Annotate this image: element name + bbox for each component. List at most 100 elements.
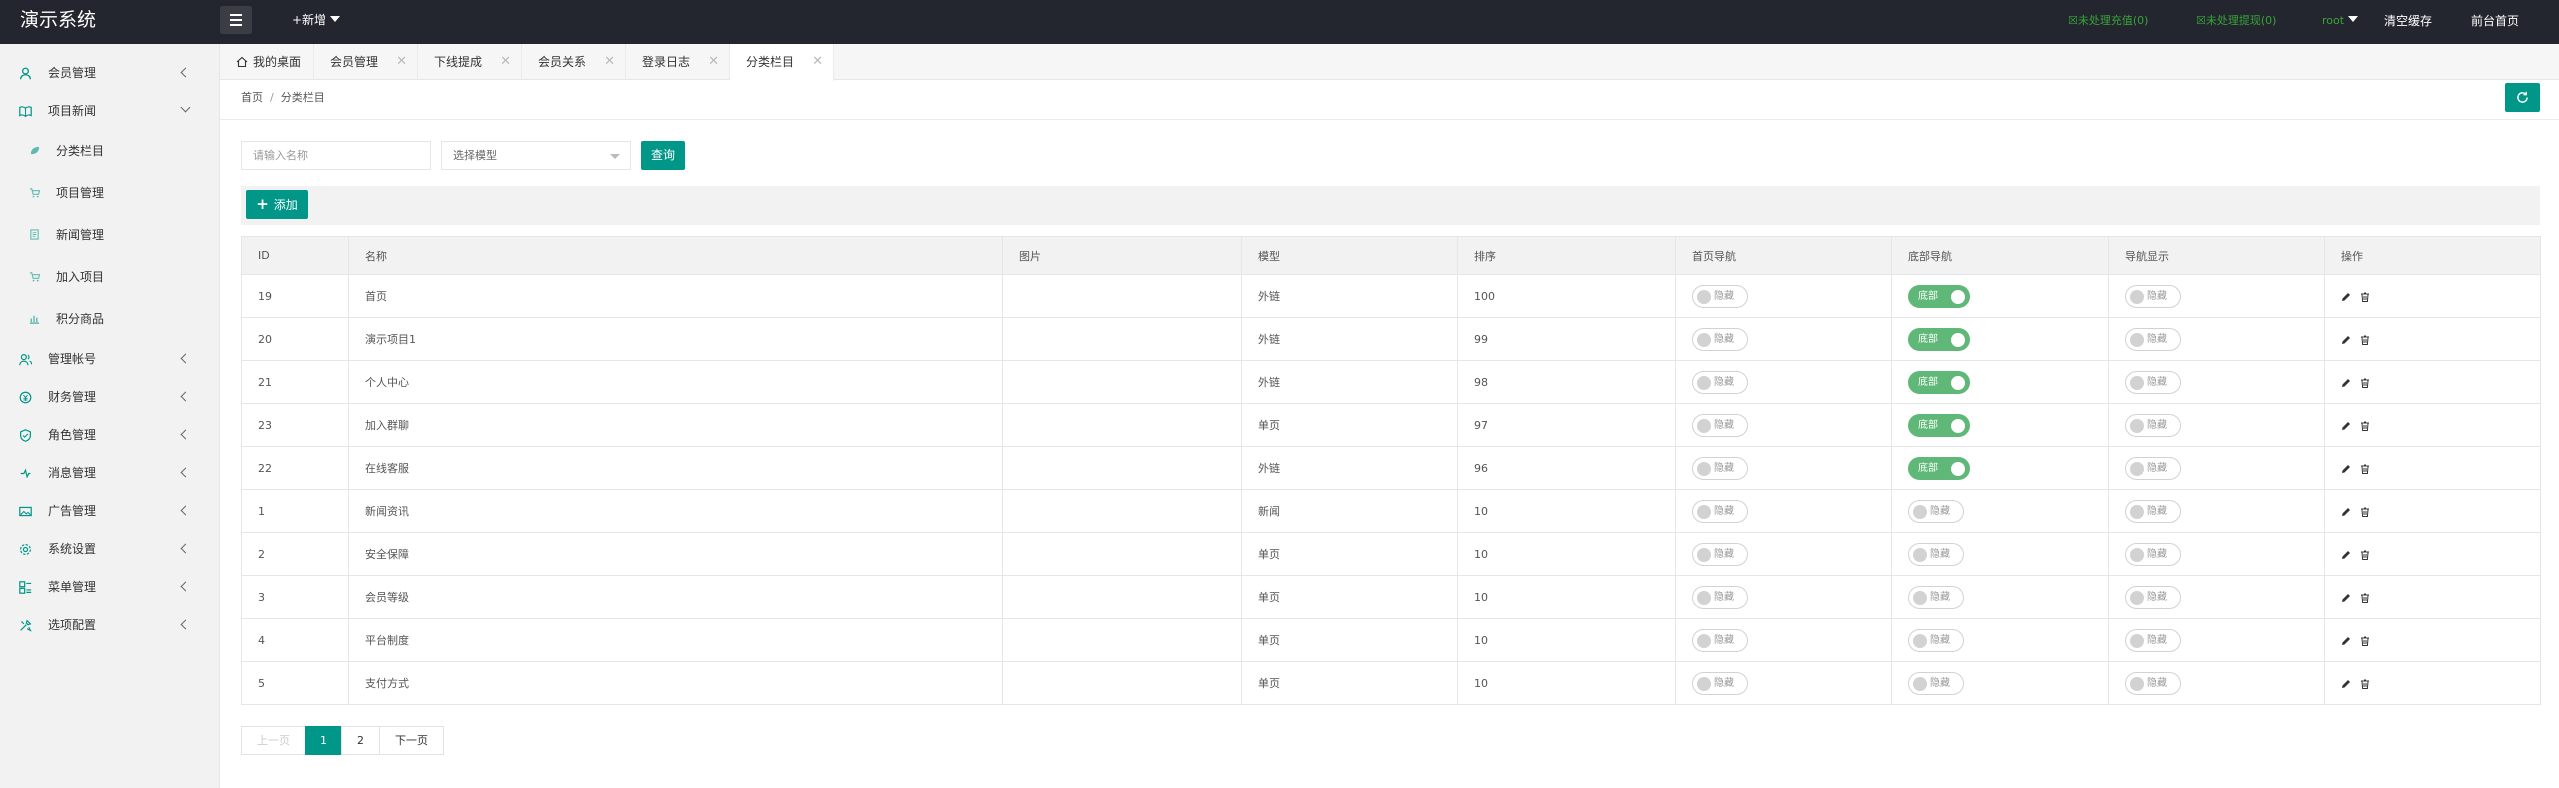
tab-members[interactable]: 会员管理 ✕ — [314, 44, 418, 80]
tab-downline-commission[interactable]: 下线提成 ✕ — [418, 44, 522, 80]
name-search-input[interactable]: 请输入名称 — [241, 141, 431, 170]
nav-show-switch[interactable]: 隐藏 — [2125, 542, 2181, 566]
switch-label: 隐藏 — [1714, 419, 1734, 431]
close-icon[interactable]: ✕ — [812, 44, 823, 80]
sidebar-item-menus[interactable]: 菜单管理 — [0, 568, 219, 606]
tab-my-desktop[interactable]: 我的桌面 — [220, 44, 314, 80]
query-button[interactable]: 查询 — [641, 141, 685, 170]
edit-icon[interactable] — [2341, 593, 2351, 603]
tab-category[interactable]: 分类栏目 ✕ — [730, 44, 834, 81]
next-page-button[interactable]: 下一页 — [379, 726, 444, 755]
home-nav-switch[interactable]: 隐藏 — [1692, 499, 1748, 523]
frontend-home-link[interactable]: 前台首页 — [2471, 0, 2519, 42]
sidebar-item-messages[interactable]: 消息管理 — [0, 454, 219, 492]
page-1-button[interactable]: 1 — [305, 726, 342, 755]
close-icon[interactable]: ✕ — [708, 44, 719, 80]
home-nav-switch[interactable]: 隐藏 — [1692, 413, 1748, 437]
trash-icon[interactable] — [2360, 679, 2370, 689]
trash-icon[interactable] — [2360, 593, 2370, 603]
edit-icon[interactable] — [2341, 464, 2351, 474]
user-menu[interactable]: root — [2322, 0, 2359, 42]
page-2-button[interactable]: 2 — [341, 726, 380, 755]
edit-icon[interactable] — [2341, 335, 2351, 345]
footer-nav-switch[interactable]: 隐藏 — [1908, 585, 1964, 609]
add-button[interactable]: + 添加 — [246, 190, 308, 219]
sidebar-subitem-points-goods[interactable]: 积分商品 — [0, 298, 219, 340]
sidebar-item-admin-accounts[interactable]: 管理帐号 — [0, 340, 219, 378]
menu-toggle-button[interactable] — [220, 6, 252, 34]
sidebar-item-finance[interactable]: 财务管理 — [0, 378, 219, 416]
switch-label: 隐藏 — [2147, 634, 2167, 646]
trash-icon[interactable] — [2360, 464, 2370, 474]
footer-nav-switch[interactable]: 隐藏 — [1908, 671, 1964, 695]
footer-nav-switch[interactable]: 底部 — [1908, 370, 1970, 394]
switch-knob — [1697, 504, 1711, 519]
nav-show-switch[interactable]: 隐藏 — [2125, 671, 2181, 695]
refresh-button[interactable] — [2505, 83, 2540, 112]
edit-icon[interactable] — [2341, 292, 2351, 302]
prev-page-button[interactable]: 上一页 — [241, 726, 306, 755]
footer-nav-switch[interactable]: 隐藏 — [1908, 628, 1964, 652]
edit-icon[interactable] — [2341, 507, 2351, 517]
edit-icon[interactable] — [2341, 378, 2351, 388]
home-nav-switch[interactable]: 隐藏 — [1692, 628, 1748, 652]
sidebar-subitem-category[interactable]: 分类栏目 — [0, 130, 219, 172]
home-nav-switch[interactable]: 隐藏 — [1692, 456, 1748, 480]
home-nav-switch[interactable]: 隐藏 — [1692, 327, 1748, 351]
home-nav-switch[interactable]: 隐藏 — [1692, 370, 1748, 394]
nav-show-switch[interactable]: 隐藏 — [2125, 284, 2181, 308]
pending-withdraw-link[interactable]: ☒未处理提现(0) — [2196, 0, 2276, 42]
sidebar-item-option-config[interactable]: 选项配置 — [0, 606, 219, 644]
sidebar-item-system-settings[interactable]: 系统设置 — [0, 530, 219, 568]
footer-nav-switch[interactable]: 底部 — [1908, 284, 1970, 308]
close-icon[interactable]: ✕ — [604, 44, 615, 80]
edit-icon[interactable] — [2341, 679, 2351, 689]
edit-icon[interactable] — [2341, 421, 2351, 431]
sidebar-subitem-projects[interactable]: 项目管理 — [0, 172, 219, 214]
cell-id: 19 — [241, 274, 349, 318]
sidebar-item-roles[interactable]: 角色管理 — [0, 416, 219, 454]
breadcrumb-home[interactable]: 首页 — [241, 91, 263, 104]
trash-icon[interactable] — [2360, 292, 2370, 302]
switch-label: 隐藏 — [2147, 376, 2167, 388]
trash-icon[interactable] — [2360, 636, 2370, 646]
nav-show-switch[interactable]: 隐藏 — [2125, 499, 2181, 523]
sidebar-item-members[interactable]: 会员管理 — [0, 54, 219, 92]
footer-nav-switch[interactable]: 底部 — [1908, 456, 1970, 480]
nav-show-switch[interactable]: 隐藏 — [2125, 456, 2181, 480]
trash-icon[interactable] — [2360, 550, 2370, 560]
sidebar-item-ads[interactable]: 广告管理 — [0, 492, 219, 530]
switch-label: 底部 — [1918, 376, 1938, 388]
trash-icon[interactable] — [2360, 421, 2370, 431]
edit-icon[interactable] — [2341, 550, 2351, 560]
footer-nav-switch[interactable]: 底部 — [1908, 327, 1970, 351]
edit-icon[interactable] — [2341, 636, 2351, 646]
close-icon[interactable]: ✕ — [396, 44, 407, 80]
sidebar-item-project-news[interactable]: 项目新闻 — [0, 92, 219, 130]
home-nav-switch[interactable]: 隐藏 — [1692, 284, 1748, 308]
nav-show-switch[interactable]: 隐藏 — [2125, 585, 2181, 609]
tab-login-log[interactable]: 登录日志 ✕ — [626, 44, 730, 80]
nav-show-switch[interactable]: 隐藏 — [2125, 327, 2181, 351]
sidebar-subitem-join-project[interactable]: 加入项目 — [0, 256, 219, 298]
footer-nav-switch[interactable]: 隐藏 — [1908, 542, 1964, 566]
trash-icon[interactable] — [2360, 335, 2370, 345]
pending-recharge-link[interactable]: ☒未处理充值(0) — [2068, 0, 2148, 42]
sidebar-subitem-news[interactable]: 新闻管理 — [0, 214, 219, 256]
home-nav-switch[interactable]: 隐藏 — [1692, 671, 1748, 695]
nav-show-switch[interactable]: 隐藏 — [2125, 370, 2181, 394]
nav-show-switch[interactable]: 隐藏 — [2125, 628, 2181, 652]
clear-cache-button[interactable]: 清空缓存 — [2384, 0, 2432, 42]
trash-icon[interactable] — [2360, 507, 2370, 517]
close-icon[interactable]: ✕ — [500, 44, 511, 80]
home-nav-switch[interactable]: 隐藏 — [1692, 585, 1748, 609]
footer-nav-switch[interactable]: 底部 — [1908, 413, 1970, 437]
footer-nav-switch[interactable]: 隐藏 — [1908, 499, 1964, 523]
tab-member-relations[interactable]: 会员关系 ✕ — [522, 44, 626, 80]
nav-show-switch[interactable]: 隐藏 — [2125, 413, 2181, 437]
model-select[interactable]: 选择模型 — [441, 141, 631, 170]
add-new-dropdown[interactable]: +新增 — [292, 0, 341, 40]
home-nav-switch[interactable]: 隐藏 — [1692, 542, 1748, 566]
message-icon — [19, 467, 32, 480]
trash-icon[interactable] — [2360, 378, 2370, 388]
